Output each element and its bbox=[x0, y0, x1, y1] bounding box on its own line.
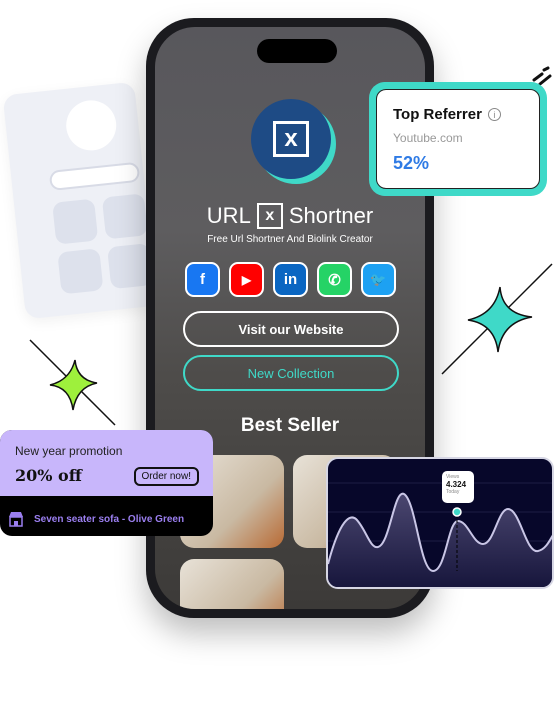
product-image[interactable] bbox=[180, 559, 284, 609]
brand-subtitle: Free Url Shortner And Biolink Creator bbox=[207, 234, 373, 245]
twitter-icon[interactable]: 🐦 bbox=[361, 262, 396, 297]
views-chart-card: Views 4.324 Today bbox=[326, 457, 554, 589]
facebook-icon[interactable]: f bbox=[185, 262, 220, 297]
promotion-card: New year promotion 20% off Order now! Se… bbox=[0, 430, 213, 536]
promo-product: Seven seater sofa - Olive Green bbox=[34, 513, 185, 525]
wireframe-card-decoration bbox=[2, 81, 158, 320]
visit-website-button[interactable]: Visit our Website bbox=[183, 311, 399, 347]
data-point-marker bbox=[452, 507, 462, 517]
sparkle-green-icon bbox=[29, 339, 116, 426]
info-icon[interactable]: i bbox=[487, 108, 501, 121]
views-line-chart bbox=[328, 482, 552, 587]
sparkle-teal-icon bbox=[441, 263, 553, 375]
brand-logo: x bbox=[251, 99, 331, 179]
youtube-icon[interactable]: ▶ bbox=[229, 262, 264, 297]
linkedin-icon[interactable]: in bbox=[273, 262, 308, 297]
social-links: f ▶ in ✆ 🐦 bbox=[185, 262, 396, 297]
brand-title: URL x Shortner bbox=[206, 203, 374, 229]
views-tooltip: Views 4.324 Today bbox=[442, 471, 474, 503]
referrer-percent: 52% bbox=[393, 153, 430, 173]
referrer-source: Youtube.com bbox=[393, 131, 463, 145]
new-collection-button[interactable]: New Collection bbox=[183, 355, 399, 391]
top-referrer-card: Top Referrer i Youtube.com 52% bbox=[369, 82, 547, 196]
order-now-button[interactable]: Order now! bbox=[133, 467, 199, 486]
dynamic-island bbox=[257, 39, 337, 63]
x-logo-icon: x bbox=[256, 203, 283, 229]
store-icon bbox=[9, 512, 23, 527]
whatsapp-icon[interactable]: ✆ bbox=[317, 262, 352, 297]
